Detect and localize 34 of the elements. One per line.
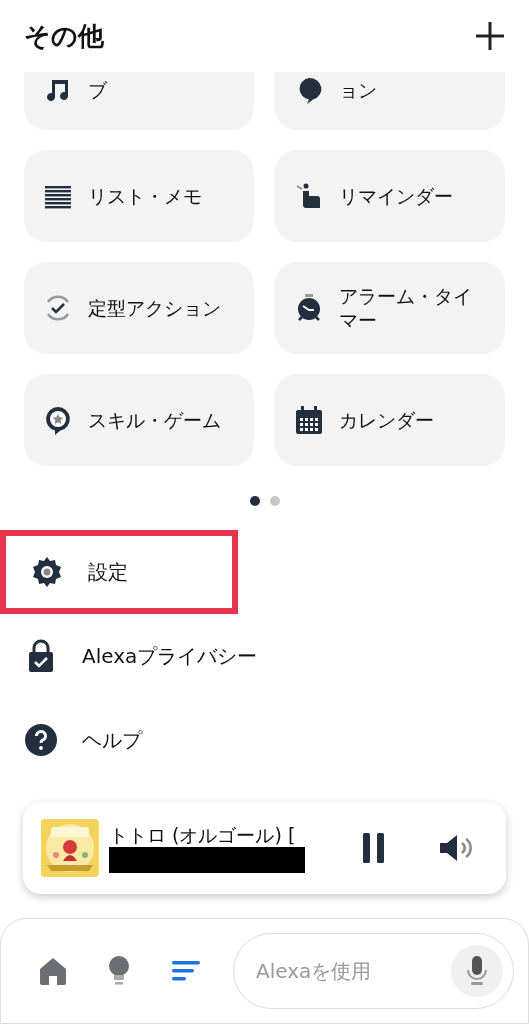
search-input[interactable]: Alexaを使用: [256, 956, 451, 986]
feature-tile[interactable]: リスト・メモ: [24, 150, 254, 242]
track-title: トトロ (オルゴール) [: [109, 823, 297, 847]
menu-item[interactable]: Alexaプライバシー: [0, 614, 529, 698]
microphone-icon: [465, 955, 489, 987]
feature-tile[interactable]: カレンダー: [275, 374, 505, 466]
now-playing-card[interactable]: トトロ (オルゴール) [: [23, 802, 506, 894]
speaker-icon[interactable]: [438, 832, 474, 864]
feature-tile[interactable]: ブ: [24, 72, 254, 130]
feature-tile[interactable]: アラーム・タイマー: [275, 262, 505, 354]
tile-label: 定型アクション: [88, 296, 221, 321]
menu-label: 設定: [88, 559, 128, 586]
calendar-icon: [293, 404, 325, 436]
tile-label: リスト・メモ: [88, 184, 202, 209]
menu-item[interactable]: ヘルプ: [0, 698, 529, 782]
microphone-button[interactable]: [451, 945, 503, 997]
tile-label: アラーム・タイマー: [339, 284, 473, 333]
pause-icon[interactable]: [360, 832, 387, 864]
tile-label: ョン: [339, 78, 377, 102]
menu-label: Alexaプライバシー: [82, 643, 258, 670]
menu-label: ヘルプ: [82, 727, 142, 754]
tile-label: リマインダー: [339, 184, 453, 209]
feature-tile[interactable]: ョン: [275, 72, 505, 130]
tile-label: スキル・ゲーム: [88, 408, 221, 433]
feature-tile[interactable]: 定型アクション: [24, 262, 254, 354]
help-icon: [24, 723, 58, 757]
feature-tile[interactable]: リマインダー: [275, 150, 505, 242]
tile-label: カレンダー: [339, 408, 434, 433]
tile-label: ブ: [88, 78, 107, 102]
plus-icon[interactable]: [473, 19, 507, 53]
gear-icon: [30, 555, 64, 589]
page-title: その他: [24, 19, 104, 53]
feature-tile[interactable]: スキル・ゲーム: [24, 374, 254, 466]
menu-item[interactable]: 設定: [0, 530, 238, 614]
